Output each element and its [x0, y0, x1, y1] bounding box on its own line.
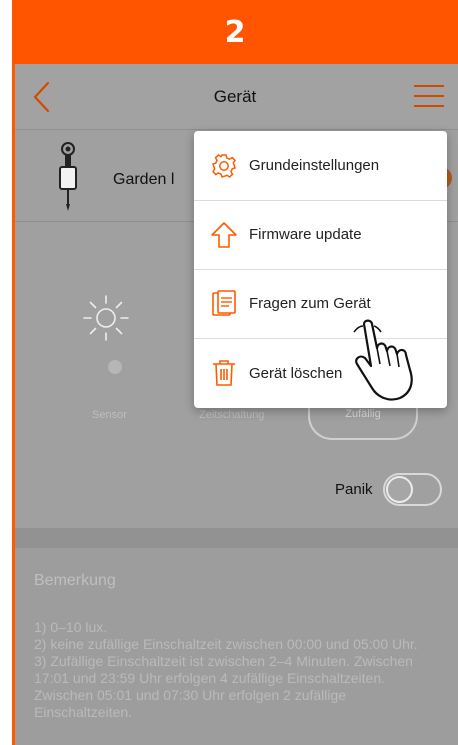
sun-sensor-icon[interactable]	[80, 292, 132, 344]
step-number: 2	[224, 14, 246, 50]
section-separator	[12, 528, 458, 548]
panic-toggle-knob	[386, 476, 413, 503]
document-icon	[212, 289, 236, 316]
menu-item-grundeinstellungen[interactable]: Grundeinstellungen	[194, 131, 447, 200]
garden-sensor-icon	[59, 142, 77, 211]
menu-item-label: Firmware update	[249, 226, 362, 243]
remarks-text: 1) 0–10 lux. 2) keine zufällige Einschal…	[34, 619, 446, 721]
remarks-line: 2) keine zufällige Einschaltzeit zwische…	[34, 636, 418, 652]
hamburger-menu-icon[interactable]	[414, 84, 444, 108]
app-bar: Gerät	[12, 64, 458, 130]
panic-toggle[interactable]	[383, 473, 442, 506]
device-name: Garden l	[113, 171, 175, 188]
timer-mode-label: Zeitschaltung	[199, 409, 265, 421]
panic-label: Panik	[335, 481, 373, 498]
remarks-title: Bemerkung	[34, 572, 116, 589]
app-frame: 2 Gerät Garden l Sensor Zeitschaltung Zu…	[12, 0, 458, 745]
trash-icon	[213, 360, 235, 386]
sensor-mode-label: Sensor	[92, 409, 127, 421]
random-mode-label: Zufällig	[345, 408, 381, 420]
pointing-hand-icon	[353, 319, 413, 401]
menu-item-label: Grundeinstellungen	[249, 157, 380, 174]
sensor-mode-radio[interactable]	[108, 360, 122, 374]
remarks-line: 1) 0–10 lux.	[34, 619, 108, 635]
menu-item-label: Gerät löschen	[249, 364, 343, 382]
menu-item-firmware-update[interactable]: Firmware update	[194, 200, 447, 269]
step-banner: 2	[12, 0, 458, 64]
gear-icon	[212, 153, 236, 178]
menu-item-label: Fragen zum Gerät	[249, 295, 371, 312]
left-accent-bar	[12, 64, 15, 745]
remarks-section: Bemerkung 1) 0–10 lux. 2) keine zufällig…	[12, 548, 458, 745]
page-title: Gerät	[213, 87, 257, 106]
remarks-line: 3) Zufällige Einschaltzeit ist zwischen …	[34, 653, 413, 720]
upload-arrow-icon	[211, 221, 237, 248]
